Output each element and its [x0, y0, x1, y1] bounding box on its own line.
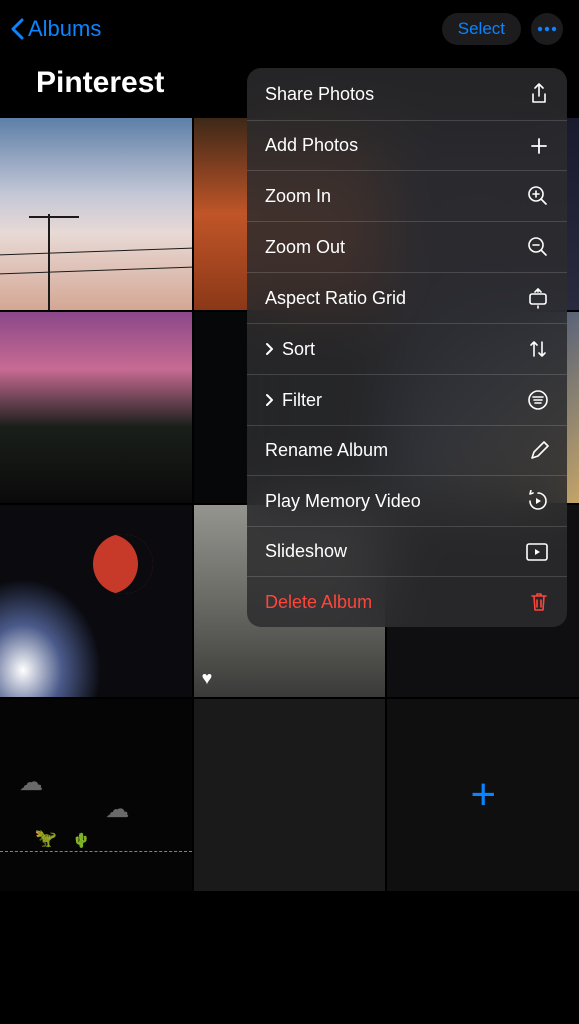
back-label: Albums	[28, 16, 101, 42]
filter-icon	[527, 389, 549, 411]
memory-play-icon	[527, 490, 549, 512]
photo-thumbnail[interactable]	[0, 312, 192, 504]
header-actions: Select	[442, 13, 563, 45]
menu-item-label: Filter	[282, 390, 322, 411]
more-icon	[537, 26, 557, 32]
menu-item-rename[interactable]: Rename Album	[247, 426, 567, 476]
add-photo-tile[interactable]: +	[387, 699, 579, 891]
menu-item-delete[interactable]: Delete Album	[247, 577, 567, 627]
menu-item-play-memory[interactable]: Play Memory Video	[247, 476, 567, 527]
menu-item-label: Play Memory Video	[265, 491, 421, 512]
menu-item-zoom-out[interactable]: Zoom Out	[247, 222, 567, 273]
sort-arrows-icon	[527, 338, 549, 360]
photo-thumbnail[interactable]: ☁ ☁ 🦖🌵	[0, 699, 192, 891]
more-button[interactable]	[531, 13, 563, 45]
menu-item-label: Rename Album	[265, 440, 388, 461]
menu-item-sort[interactable]: Sort	[247, 324, 567, 375]
photo-thumbnail[interactable]	[0, 505, 192, 697]
menu-item-filter[interactable]: Filter	[247, 375, 567, 426]
menu-item-label: Delete Album	[265, 592, 372, 613]
menu-item-label: Sort	[282, 339, 315, 360]
menu-item-label: Aspect Ratio Grid	[265, 288, 406, 309]
menu-item-label: Slideshow	[265, 541, 347, 562]
menu-item-slideshow[interactable]: Slideshow	[247, 527, 567, 577]
favorite-icon: ♥	[202, 668, 213, 689]
nav-header: Albums Select	[0, 0, 579, 56]
menu-item-label: Share Photos	[265, 84, 374, 105]
menu-item-aspect-ratio[interactable]: Aspect Ratio Grid	[247, 273, 567, 324]
photo-thumbnail[interactable]	[0, 118, 192, 310]
context-menu: Share Photos Add Photos Zoom In Zoom Out…	[247, 68, 567, 627]
menu-item-add-photos[interactable]: Add Photos	[247, 121, 567, 171]
trash-icon	[529, 591, 549, 613]
menu-item-share-photos[interactable]: Share Photos	[247, 68, 567, 121]
menu-item-zoom-in[interactable]: Zoom In	[247, 171, 567, 222]
chevron-left-icon	[10, 18, 24, 40]
menu-item-label: Add Photos	[265, 135, 358, 156]
menu-item-label: Zoom In	[265, 186, 331, 207]
back-button[interactable]: Albums	[10, 16, 101, 42]
zoom-out-icon	[527, 236, 549, 258]
chevron-right-icon	[265, 393, 274, 407]
share-icon	[529, 82, 549, 106]
photo-thumbnail[interactable]	[194, 699, 386, 891]
menu-item-label: Zoom Out	[265, 237, 345, 258]
plus-icon: +	[470, 770, 496, 820]
zoom-in-icon	[527, 185, 549, 207]
plus-icon	[529, 136, 549, 156]
chevron-right-icon	[265, 342, 274, 356]
aspect-ratio-icon	[527, 287, 549, 309]
pencil-icon	[529, 441, 549, 461]
play-rect-icon	[525, 542, 549, 562]
select-button[interactable]: Select	[442, 13, 521, 45]
